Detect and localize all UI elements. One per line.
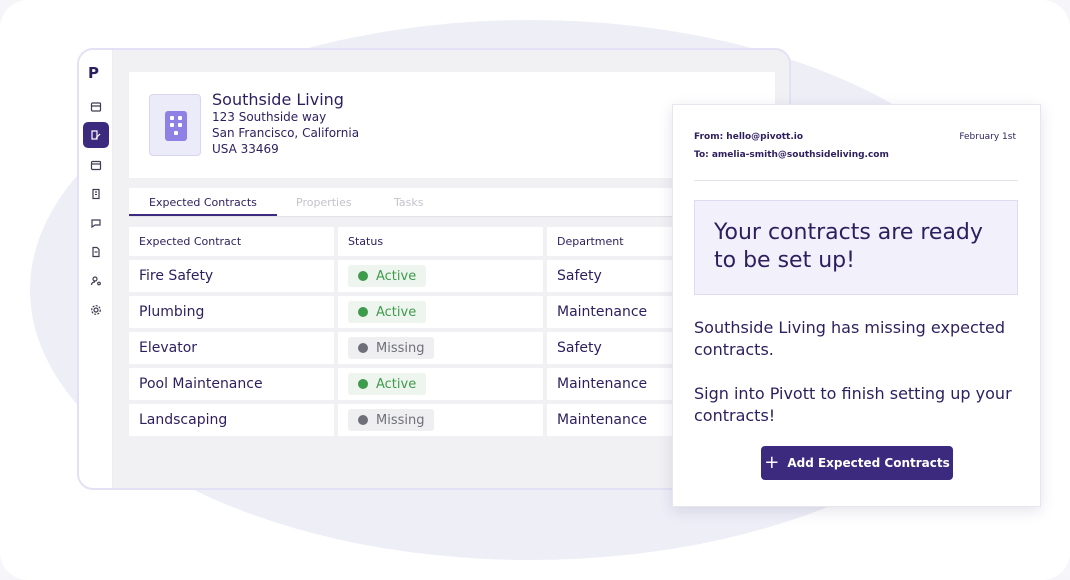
building-icon <box>149 94 201 156</box>
status-badge: Missing <box>348 337 435 359</box>
table-row-status: Active <box>338 296 543 328</box>
column-header-contract: Expected Contract <box>129 227 334 256</box>
status-badge: Missing <box>348 409 435 431</box>
table-row-contract[interactable]: Pool Maintenance <box>129 368 334 400</box>
email-from: From: hello@pivott.io <box>694 132 804 142</box>
tab-properties[interactable]: Properties <box>296 196 352 209</box>
table-row-contract[interactable]: Plumbing <box>129 296 334 328</box>
gear-icon[interactable] <box>83 297 109 323</box>
table-row-contract[interactable]: Fire Safety <box>129 260 334 292</box>
table-row-status: Active <box>338 368 543 400</box>
chat-icon[interactable] <box>83 210 109 236</box>
building-icon[interactable] <box>83 181 109 207</box>
status-label: Active <box>376 376 417 392</box>
email-preview: From: hello@pivott.io To: amelia-smith@s… <box>672 104 1041 507</box>
email-body-missing: Southside Living has missing expected co… <box>694 318 1006 359</box>
property-city: San Francisco, California <box>212 126 360 140</box>
add-expected-contracts-button[interactable]: + Add Expected Contracts <box>761 446 953 480</box>
property-street: 123 Southside way <box>212 110 327 124</box>
table-row-status: Missing <box>338 332 543 364</box>
table-row-status: Missing <box>338 404 543 436</box>
sidebar: P <box>79 50 113 488</box>
status-label: Active <box>376 268 417 284</box>
divider <box>694 180 1018 181</box>
calendar-icon[interactable] <box>83 152 109 178</box>
plus-icon: + <box>764 452 780 473</box>
property-country-zip: USA 33469 <box>212 142 279 156</box>
email-date: February 1st <box>959 132 1016 142</box>
tab-expected-contracts[interactable]: Expected Contracts <box>149 196 257 209</box>
property-name: Southside Living <box>212 90 344 109</box>
status-badge: Active <box>348 301 427 323</box>
table-row-status: Active <box>338 260 543 292</box>
active-tab-indicator <box>129 214 277 216</box>
email-hero: Your contracts are ready to be set up! <box>694 200 1018 295</box>
email-body-signin: Sign into Pivott to finish setting up yo… <box>694 384 1012 425</box>
marketing-canvas: P Southside Living 123 Southside way San… <box>0 0 1070 580</box>
missing-icon <box>358 343 368 353</box>
user-settings-icon[interactable] <box>83 268 109 294</box>
column-header-status: Status <box>338 227 543 256</box>
table-row-contract[interactable]: Elevator <box>129 332 334 364</box>
email-to: To: amelia-smith@southsideliving.com <box>694 150 889 160</box>
missing-icon <box>358 415 368 425</box>
status-badge: Active <box>348 265 427 287</box>
status-badge: Active <box>348 373 427 395</box>
status-label: Active <box>376 304 417 320</box>
check-icon <box>358 379 368 389</box>
tab-tasks[interactable]: Tasks <box>394 196 423 209</box>
contract-edit-icon[interactable] <box>83 122 109 148</box>
add-expected-contracts-label: Add Expected Contracts <box>787 456 950 470</box>
brand-logo: P <box>88 64 99 82</box>
table-row-contract[interactable]: Landscaping <box>129 404 334 436</box>
document-icon[interactable] <box>83 239 109 265</box>
check-icon <box>358 271 368 281</box>
email-headline: Your contracts are ready to be set up! <box>714 220 983 273</box>
check-icon <box>358 307 368 317</box>
status-label: Missing <box>376 340 425 356</box>
status-label: Missing <box>376 412 425 428</box>
inbox-icon[interactable] <box>83 94 109 120</box>
